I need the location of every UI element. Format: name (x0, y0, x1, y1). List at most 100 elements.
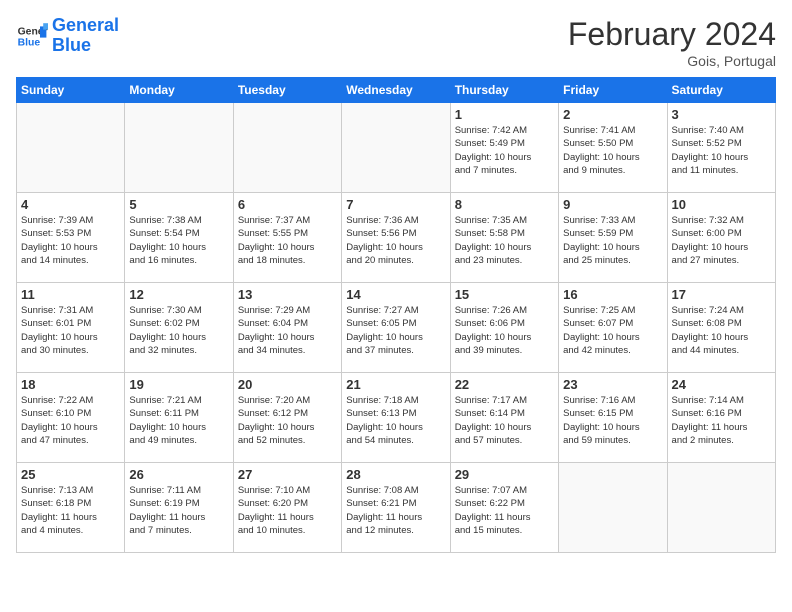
day-number: 14 (346, 287, 445, 302)
calendar-cell: 4 Sunrise: 7:39 AM Sunset: 5:53 PM Daylig… (17, 193, 125, 283)
calendar-cell: 23Sunrise: 7:16 AM Sunset: 6:15 PM Dayli… (559, 373, 667, 463)
weekday-header-thursday: Thursday (450, 78, 558, 103)
weekday-header-wednesday: Wednesday (342, 78, 450, 103)
weekday-header-friday: Friday (559, 78, 667, 103)
day-info: Sunrise: 7:29 AM Sunset: 6:04 PM Dayligh… (238, 304, 337, 357)
calendar-cell: 25Sunrise: 7:13 AM Sunset: 6:18 PM Dayli… (17, 463, 125, 553)
day-info: Sunrise: 7:41 AM Sunset: 5:50 PM Dayligh… (563, 124, 662, 177)
day-number: 7 (346, 197, 445, 212)
day-info: Sunrise: 7:42 AM Sunset: 5:49 PM Dayligh… (455, 124, 554, 177)
day-info: Sunrise: 7:25 AM Sunset: 6:07 PM Dayligh… (563, 304, 662, 357)
calendar-cell: 22Sunrise: 7:17 AM Sunset: 6:14 PM Dayli… (450, 373, 558, 463)
logo-text: General Blue (52, 16, 119, 56)
week-row-5: 25Sunrise: 7:13 AM Sunset: 6:18 PM Dayli… (17, 463, 776, 553)
day-number: 10 (672, 197, 771, 212)
day-number: 28 (346, 467, 445, 482)
day-number: 2 (563, 107, 662, 122)
month-title: February 2024 (568, 16, 776, 53)
calendar-cell (342, 103, 450, 193)
logo: General Blue General Blue (16, 16, 119, 56)
day-info: Sunrise: 7:33 AM Sunset: 5:59 PM Dayligh… (563, 214, 662, 267)
day-number: 3 (672, 107, 771, 122)
day-number: 24 (672, 377, 771, 392)
calendar-cell: 27 Sunrise: 7:10 AM Sunset: 6:20 PM Dayli… (233, 463, 341, 553)
day-info: Sunrise: 7:22 AM Sunset: 6:10 PM Dayligh… (21, 394, 120, 447)
weekday-header-monday: Monday (125, 78, 233, 103)
day-info: Sunrise: 7:30 AM Sunset: 6:02 PM Dayligh… (129, 304, 228, 357)
day-info: Sunrise: 7:39 AM Sunset: 5:53 PM Dayligh… (21, 214, 120, 267)
title-area: February 2024 Gois, Portugal (568, 16, 776, 69)
day-number: 29 (455, 467, 554, 482)
calendar-cell: 24 Sunrise: 7:14 AM Sunset: 6:16 PM Dayli… (667, 373, 775, 463)
calendar-cell: 19Sunrise: 7:21 AM Sunset: 6:11 PM Dayli… (125, 373, 233, 463)
day-info: Sunrise: 7:11 AM Sunset: 6:19 PM Dayligh… (129, 484, 228, 537)
day-number: 6 (238, 197, 337, 212)
calendar-cell: 16 Sunrise: 7:25 AM Sunset: 6:07 PM Dayli… (559, 283, 667, 373)
week-row-3: 11 Sunrise: 7:31 AM Sunset: 6:01 PM Dayli… (17, 283, 776, 373)
calendar-cell: 6 Sunrise: 7:37 AM Sunset: 5:55 PM Daylig… (233, 193, 341, 283)
calendar-table: SundayMondayTuesdayWednesdayThursdayFrid… (16, 77, 776, 553)
calendar-cell: 26 Sunrise: 7:11 AM Sunset: 6:19 PM Dayli… (125, 463, 233, 553)
day-number: 16 (563, 287, 662, 302)
day-number: 4 (21, 197, 120, 212)
calendar-cell: 5 Sunrise: 7:38 AM Sunset: 5:54 PM Daylig… (125, 193, 233, 283)
day-info: Sunrise: 7:31 AM Sunset: 6:01 PM Dayligh… (21, 304, 120, 357)
day-info: Sunrise: 7:14 AM Sunset: 6:16 PM Dayligh… (672, 394, 771, 447)
day-info: Sunrise: 7:27 AM Sunset: 6:05 PM Dayligh… (346, 304, 445, 357)
logo-line1: General (52, 15, 119, 35)
header: General Blue General Blue February 2024 … (16, 16, 776, 69)
day-number: 1 (455, 107, 554, 122)
day-number: 25 (21, 467, 120, 482)
calendar-cell: 13Sunrise: 7:29 AM Sunset: 6:04 PM Dayli… (233, 283, 341, 373)
day-info: Sunrise: 7:24 AM Sunset: 6:08 PM Dayligh… (672, 304, 771, 357)
day-info: Sunrise: 7:07 AM Sunset: 6:22 PM Dayligh… (455, 484, 554, 537)
weekday-header-row: SundayMondayTuesdayWednesdayThursdayFrid… (17, 78, 776, 103)
calendar-cell: 10 Sunrise: 7:32 AM Sunset: 6:00 PM Dayli… (667, 193, 775, 283)
location: Gois, Portugal (568, 53, 776, 69)
day-info: Sunrise: 7:37 AM Sunset: 5:55 PM Dayligh… (238, 214, 337, 267)
day-info: Sunrise: 7:32 AM Sunset: 6:00 PM Dayligh… (672, 214, 771, 267)
weekday-header-sunday: Sunday (17, 78, 125, 103)
day-info: Sunrise: 7:10 AM Sunset: 6:20 PM Dayligh… (238, 484, 337, 537)
day-info: Sunrise: 7:20 AM Sunset: 6:12 PM Dayligh… (238, 394, 337, 447)
day-number: 11 (21, 287, 120, 302)
calendar-cell: 3 Sunrise: 7:40 AM Sunset: 5:52 PM Daylig… (667, 103, 775, 193)
day-number: 26 (129, 467, 228, 482)
weekday-header-saturday: Saturday (667, 78, 775, 103)
calendar-cell: 20 Sunrise: 7:20 AM Sunset: 6:12 PM Dayli… (233, 373, 341, 463)
day-info: Sunrise: 7:16 AM Sunset: 6:15 PM Dayligh… (563, 394, 662, 447)
day-info: Sunrise: 7:26 AM Sunset: 6:06 PM Dayligh… (455, 304, 554, 357)
day-number: 22 (455, 377, 554, 392)
day-info: Sunrise: 7:36 AM Sunset: 5:56 PM Dayligh… (346, 214, 445, 267)
weekday-header-tuesday: Tuesday (233, 78, 341, 103)
calendar-cell: 2 Sunrise: 7:41 AM Sunset: 5:50 PM Daylig… (559, 103, 667, 193)
week-row-2: 4 Sunrise: 7:39 AM Sunset: 5:53 PM Daylig… (17, 193, 776, 283)
day-number: 12 (129, 287, 228, 302)
calendar-cell (233, 103, 341, 193)
day-number: 18 (21, 377, 120, 392)
calendar-cell: 15 Sunrise: 7:26 AM Sunset: 6:06 PM Dayli… (450, 283, 558, 373)
calendar-cell: 28 Sunrise: 7:08 AM Sunset: 6:21 PM Dayli… (342, 463, 450, 553)
day-number: 5 (129, 197, 228, 212)
day-number: 9 (563, 197, 662, 212)
day-number: 20 (238, 377, 337, 392)
day-number: 15 (455, 287, 554, 302)
day-number: 21 (346, 377, 445, 392)
calendar-cell: 11 Sunrise: 7:31 AM Sunset: 6:01 PM Dayli… (17, 283, 125, 373)
calendar-cell: 8 Sunrise: 7:35 AM Sunset: 5:58 PM Daylig… (450, 193, 558, 283)
calendar-cell: 14 Sunrise: 7:27 AM Sunset: 6:05 PM Dayli… (342, 283, 450, 373)
calendar-cell: 1 Sunrise: 7:42 AM Sunset: 5:49 PM Daylig… (450, 103, 558, 193)
calendar-cell (125, 103, 233, 193)
day-info: Sunrise: 7:08 AM Sunset: 6:21 PM Dayligh… (346, 484, 445, 537)
day-number: 8 (455, 197, 554, 212)
day-number: 27 (238, 467, 337, 482)
day-info: Sunrise: 7:40 AM Sunset: 5:52 PM Dayligh… (672, 124, 771, 177)
calendar-cell: 12 Sunrise: 7:30 AM Sunset: 6:02 PM Dayli… (125, 283, 233, 373)
day-info: Sunrise: 7:38 AM Sunset: 5:54 PM Dayligh… (129, 214, 228, 267)
calendar-cell: 17Sunrise: 7:24 AM Sunset: 6:08 PM Dayli… (667, 283, 775, 373)
calendar-cell (667, 463, 775, 553)
day-info: Sunrise: 7:35 AM Sunset: 5:58 PM Dayligh… (455, 214, 554, 267)
calendar-cell: 29 Sunrise: 7:07 AM Sunset: 6:22 PM Dayli… (450, 463, 558, 553)
svg-text:Blue: Blue (18, 37, 41, 48)
day-info: Sunrise: 7:18 AM Sunset: 6:13 PM Dayligh… (346, 394, 445, 447)
